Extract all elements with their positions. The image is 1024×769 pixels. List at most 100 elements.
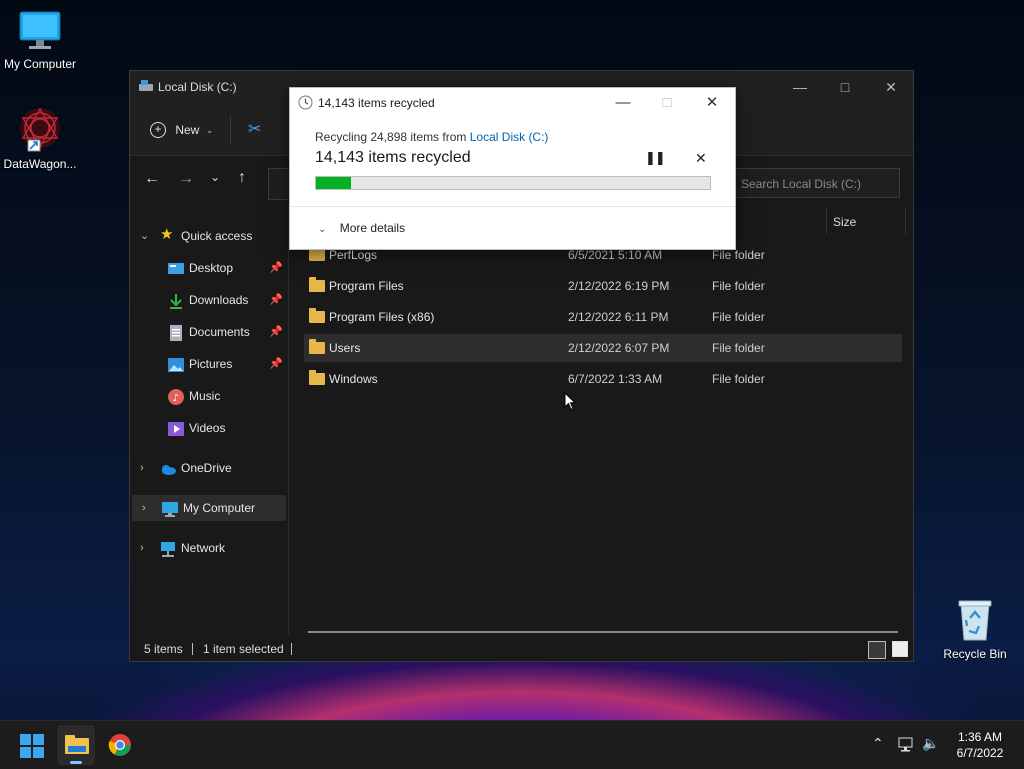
chevron-right-icon: ›: [140, 542, 144, 554]
svg-text:♪: ♪: [173, 393, 179, 404]
taskbar-chrome-button[interactable]: [108, 733, 132, 757]
chrome-icon: [108, 734, 131, 756]
nav-label: Pictures: [189, 357, 233, 371]
taskbar-time: 1:36 AM: [957, 730, 1003, 744]
search-box[interactable]: Search Local Disk (C:): [728, 168, 900, 198]
recycle-source-line: Recycling 24,898 items from Local Disk (…: [315, 130, 548, 144]
explorer-title: Local Disk (C:): [158, 80, 237, 94]
chevron-down-icon: ⌄: [140, 230, 150, 242]
start-button[interactable]: [20, 734, 44, 758]
recycle-bin-icon: [958, 600, 992, 641]
file-row-selected[interactable]: Users 2/12/2022 6:07 PM File folder: [304, 334, 902, 362]
taskbar: ⌃ 🔈 1:36 AM 6/7/2022: [0, 720, 1024, 769]
desktop-icon-label: DataWagon...: [3, 157, 77, 171]
toolbar-divider: [230, 115, 231, 143]
progress-headline: 14,143 items recycled: [315, 149, 471, 166]
pin-icon[interactable]: 📌: [269, 319, 283, 345]
maximize-button[interactable]: □: [830, 75, 860, 99]
file-name: Windows: [329, 372, 378, 386]
clock-area[interactable]: 1:36 AM 6/7/2022: [948, 729, 1012, 761]
taskbar-date: 6/7/2022: [956, 746, 1004, 760]
volume-icon[interactable]: 🔈: [922, 735, 939, 752]
taskbar-file-explorer-button[interactable]: [57, 725, 95, 765]
nav-label: Network: [181, 541, 226, 555]
back-arrow-icon[interactable]: ←: [144, 170, 160, 188]
nav-label: Desktop: [189, 261, 234, 275]
picture-icon: [168, 356, 184, 372]
star-icon: ★: [160, 226, 174, 243]
network-status-icon[interactable]: [898, 737, 916, 753]
more-details-button[interactable]: ⌄ More details: [318, 221, 405, 235]
folder-icon: [309, 339, 325, 354]
new-button[interactable]: + New ⌄: [150, 119, 213, 139]
nav-label: Quick access: [181, 229, 253, 243]
forward-arrow-icon[interactable]: →: [178, 170, 194, 188]
dialog-close-button[interactable]: ✕: [692, 90, 732, 116]
file-type: File folder: [712, 279, 765, 293]
monitor-icon: [162, 500, 178, 517]
selection-count: 1 item selected: [203, 642, 284, 656]
recycle-progress-dialog: 14,143 items recycled — □ ✕ Recycling 24…: [289, 87, 736, 250]
pin-icon[interactable]: 📌: [269, 255, 283, 281]
progress-bar: [315, 176, 711, 190]
source-location-link[interactable]: Local Disk (C:): [470, 130, 549, 144]
file-type: File folder: [712, 341, 765, 355]
cut-icon[interactable]: ✂: [248, 119, 261, 139]
desktop-icon: [168, 260, 184, 276]
nav-item-music[interactable]: ♪ Music: [130, 383, 285, 409]
datawagon-logo-icon: [20, 107, 60, 152]
dialog-maximize-button: □: [662, 94, 672, 111]
folder-icon: [309, 370, 325, 385]
nav-item-desktop[interactable]: Desktop 📌: [130, 255, 285, 281]
desktop-icon-datawagon[interactable]: DataWagon...: [0, 106, 80, 171]
minimize-button[interactable]: —: [785, 75, 815, 99]
pause-button[interactable]: ❚❚: [645, 150, 666, 166]
file-list: PerfLogs 6/5/2021 5:10 AM File folder Pr…: [304, 205, 902, 635]
nav-quick-access[interactable]: ⌄ ★ Quick access: [130, 223, 285, 249]
drive-icon: [139, 80, 153, 91]
dialog-minimize-button[interactable]: —: [603, 90, 643, 116]
plus-circle-icon: +: [150, 121, 166, 138]
file-row[interactable]: Program Files (x86) 2/12/2022 6:11 PM Fi…: [304, 303, 902, 331]
item-count: 5 items: [144, 642, 183, 656]
desktop-icon-recycle-bin[interactable]: Recycle Bin: [935, 598, 1015, 661]
up-arrow-icon[interactable]: ↑: [238, 169, 246, 187]
nav-my-computer[interactable]: › My Computer: [132, 495, 286, 521]
horizontal-scrollbar[interactable]: [308, 631, 898, 633]
monitor-icon: [19, 11, 61, 49]
download-icon: [168, 292, 184, 309]
chevron-down-icon: ⌄: [205, 124, 214, 135]
file-date: 6/7/2022 1:33 AM: [568, 372, 663, 386]
nav-network[interactable]: › Network: [130, 535, 285, 561]
music-icon: ♪: [168, 388, 184, 405]
close-button[interactable]: ✕: [876, 75, 906, 99]
nav-item-documents[interactable]: Documents 📌: [130, 319, 285, 345]
pin-icon[interactable]: 📌: [269, 351, 283, 377]
folder-icon: [309, 246, 325, 261]
nav-onedrive[interactable]: › OneDrive: [130, 455, 285, 481]
file-row[interactable]: Program Files 2/12/2022 6:19 PM File fol…: [304, 272, 902, 300]
tiles-view-icon[interactable]: [892, 641, 908, 657]
nav-item-videos[interactable]: Videos: [130, 415, 285, 441]
file-row[interactable]: Windows 6/7/2022 1:33 AM File folder: [304, 365, 902, 393]
chevron-right-icon: ›: [142, 502, 146, 514]
file-type: File folder: [712, 310, 765, 324]
recent-locations-chevron-icon[interactable]: ⌄: [210, 170, 220, 184]
cancel-button[interactable]: ✕: [695, 150, 707, 167]
desktop-icon-my-computer[interactable]: My Computer: [0, 10, 80, 71]
nav-item-downloads[interactable]: Downloads 📌: [130, 287, 285, 313]
show-hidden-icons-chevron-icon[interactable]: ⌃: [872, 735, 884, 752]
file-date: 2/12/2022 6:11 PM: [568, 310, 669, 324]
pin-icon[interactable]: 📌: [269, 287, 283, 313]
address-input[interactable]: [268, 168, 291, 200]
details-view-icon[interactable]: [868, 641, 886, 659]
file-date: 2/12/2022 6:19 PM: [568, 279, 670, 293]
nav-item-pictures[interactable]: Pictures 📌: [130, 351, 285, 377]
progress-bar-fill: [316, 177, 352, 189]
cloud-icon: [160, 460, 176, 476]
navigation-pane: ⌄ ★ Quick access Desktop 📌 Downloads 📌 D…: [130, 205, 289, 635]
folder-icon: [309, 277, 325, 292]
chevron-down-icon: ⌄: [318, 224, 327, 235]
search-placeholder: Search Local Disk (C:): [741, 177, 862, 191]
video-icon: [168, 420, 184, 436]
